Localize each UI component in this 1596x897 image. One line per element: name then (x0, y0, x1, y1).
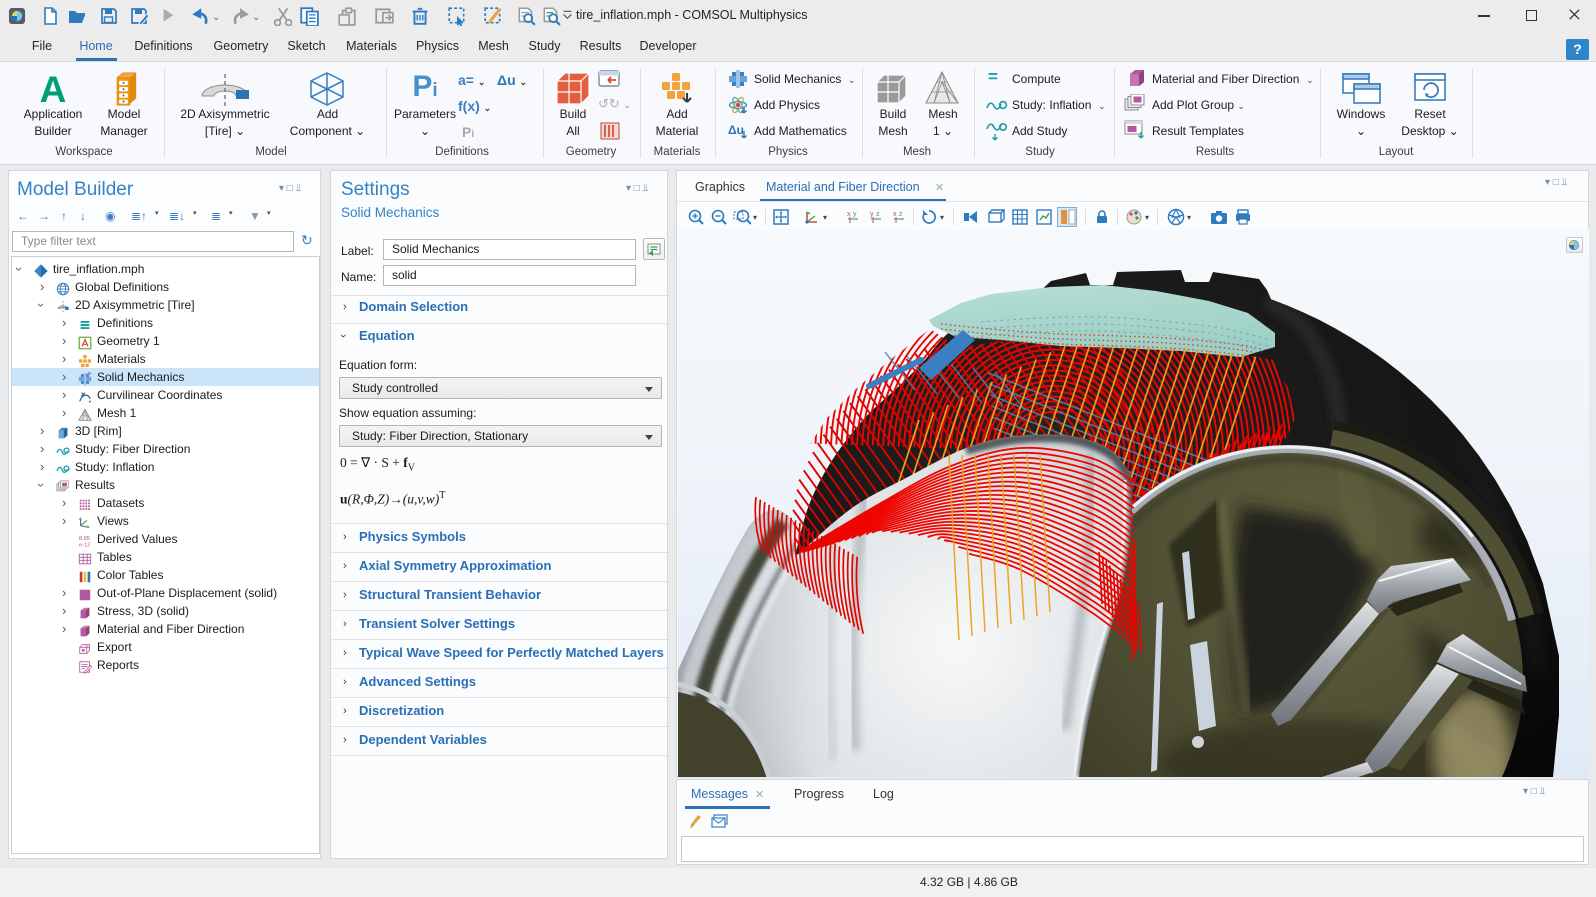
svg-text:z: z (876, 211, 880, 218)
svg-text:z: z (899, 211, 903, 218)
svg-text:Δu: Δu (728, 123, 744, 137)
svg-text:x: x (847, 211, 851, 218)
svg-text:8.85: 8.85 (79, 536, 90, 542)
svg-text:y: y (870, 211, 874, 218)
svg-text:y: y (853, 211, 857, 218)
svg-text:x: x (893, 211, 897, 218)
